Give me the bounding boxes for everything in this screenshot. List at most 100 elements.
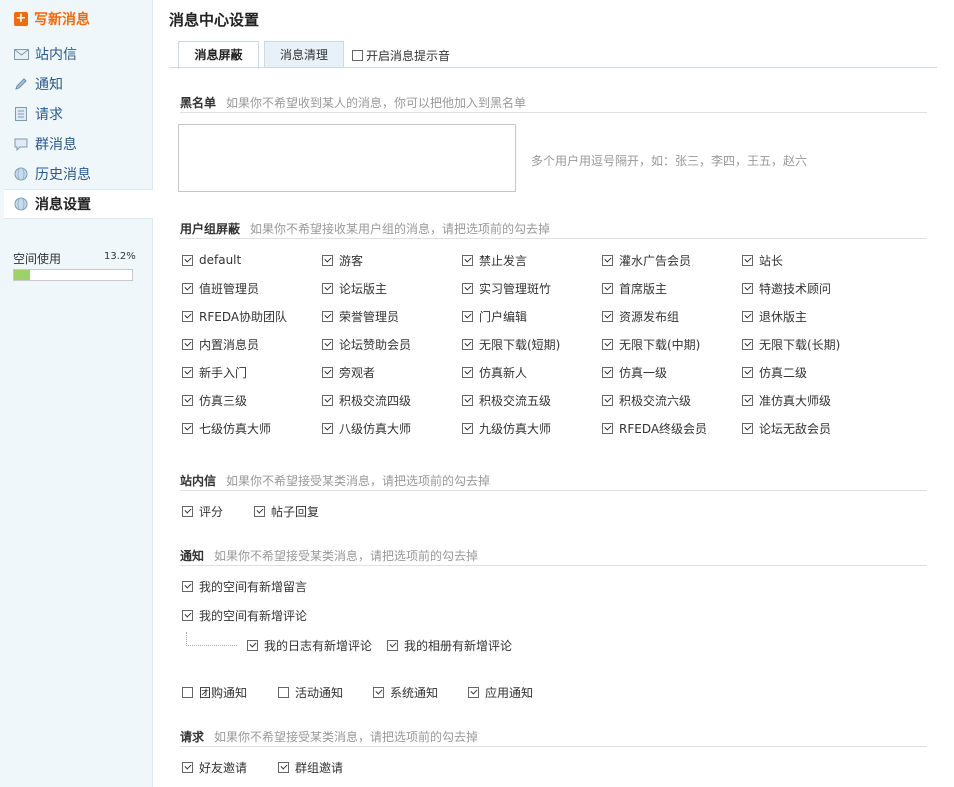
- checkbox[interactable]: [322, 422, 333, 434]
- group-option[interactable]: 游客: [322, 252, 363, 268]
- checkbox[interactable]: [182, 686, 193, 698]
- checkbox[interactable]: [462, 310, 473, 322]
- checkbox[interactable]: [462, 338, 473, 350]
- group-option[interactable]: 仿真二级: [742, 364, 807, 380]
- checkbox[interactable]: [182, 609, 193, 621]
- sidebar-item-settings[interactable]: 消息设置: [4, 189, 153, 219]
- checkbox[interactable]: [278, 761, 289, 773]
- group-option[interactable]: 积极交流五级: [462, 392, 551, 408]
- checkbox[interactable]: [742, 338, 753, 350]
- checkbox[interactable]: [742, 422, 753, 434]
- option-space-new-comment[interactable]: 我的空间有新增评论: [182, 607, 307, 623]
- group-option[interactable]: 站长: [742, 252, 783, 268]
- group-option[interactable]: 积极交流四级: [322, 392, 411, 408]
- tab-message-cleanup[interactable]: 消息清理: [264, 41, 344, 68]
- sidebar-item-notice[interactable]: 通知: [4, 70, 152, 98]
- option-event-notice[interactable]: 活动通知: [278, 684, 343, 700]
- group-option[interactable]: 无限下载(长期): [742, 336, 840, 352]
- checkbox[interactable]: [182, 580, 193, 592]
- sidebar-item-inbox[interactable]: 站内信: [4, 40, 152, 68]
- option-group-invite[interactable]: 群组邀请: [278, 759, 343, 775]
- option-friend-invite[interactable]: 好友邀请: [182, 759, 247, 775]
- checkbox[interactable]: [462, 254, 473, 266]
- checkbox[interactable]: [182, 505, 193, 517]
- checkbox[interactable]: [742, 310, 753, 322]
- sound-toggle[interactable]: 开启消息提示音: [352, 47, 450, 64]
- checkbox[interactable]: [602, 366, 613, 378]
- option-system-notice[interactable]: 系统通知: [373, 684, 438, 700]
- checkbox[interactable]: [602, 394, 613, 406]
- group-option[interactable]: 荣誉管理员: [322, 308, 399, 324]
- group-option[interactable]: 准仿真大师级: [742, 392, 831, 408]
- checkbox[interactable]: [742, 254, 753, 266]
- group-option[interactable]: 论坛赞助会员: [322, 336, 411, 352]
- sidebar-item-request[interactable]: 请求: [4, 100, 152, 128]
- group-option[interactable]: 仿真三级: [182, 392, 247, 408]
- group-option[interactable]: 资源发布组: [602, 308, 679, 324]
- group-option[interactable]: 内置消息员: [182, 336, 259, 352]
- group-option[interactable]: default: [182, 252, 241, 268]
- group-option[interactable]: 禁止发言: [462, 252, 527, 268]
- option-album-new-comment[interactable]: 我的相册有新增评论: [387, 637, 512, 653]
- checkbox[interactable]: [182, 422, 193, 434]
- checkbox[interactable]: [462, 366, 473, 378]
- checkbox[interactable]: [742, 282, 753, 294]
- checkbox[interactable]: [182, 254, 193, 266]
- tab-message-block[interactable]: 消息屏蔽: [178, 41, 259, 69]
- group-option[interactable]: 无限下载(中期): [602, 336, 700, 352]
- checkbox[interactable]: [278, 686, 289, 698]
- group-option[interactable]: 实习管理斑竹: [462, 280, 551, 296]
- checkbox[interactable]: [462, 422, 473, 434]
- option-blog-new-comment[interactable]: 我的日志有新增评论: [247, 637, 372, 653]
- checkbox[interactable]: [182, 366, 193, 378]
- group-option[interactable]: 首席版主: [602, 280, 667, 296]
- group-option[interactable]: 灌水广告会员: [602, 252, 691, 268]
- checkbox[interactable]: [322, 254, 333, 266]
- checkbox[interactable]: [602, 338, 613, 350]
- group-option[interactable]: 门户编辑: [462, 308, 527, 324]
- group-option[interactable]: RFEDA协助团队: [182, 308, 287, 324]
- group-option[interactable]: 论坛版主: [322, 280, 387, 296]
- group-option[interactable]: 值班管理员: [182, 280, 259, 296]
- checkbox[interactable]: [322, 338, 333, 350]
- checkbox[interactable]: [602, 254, 613, 266]
- checkbox[interactable]: [322, 366, 333, 378]
- checkbox[interactable]: [373, 686, 384, 698]
- checkbox[interactable]: [462, 282, 473, 294]
- group-option[interactable]: 仿真新人: [462, 364, 527, 380]
- sidebar-item-group-msg[interactable]: 群消息: [4, 130, 152, 158]
- checkbox[interactable]: [322, 394, 333, 406]
- checkbox[interactable]: [468, 686, 479, 698]
- group-option[interactable]: RFEDA终级会员: [602, 420, 707, 436]
- option-group-buy-notice[interactable]: 团购通知: [182, 684, 247, 700]
- checkbox[interactable]: [742, 394, 753, 406]
- group-option[interactable]: 八级仿真大师: [322, 420, 411, 436]
- option-post-reply[interactable]: 帖子回复: [254, 503, 319, 519]
- checkbox[interactable]: [322, 282, 333, 294]
- group-option[interactable]: 无限下载(短期): [462, 336, 560, 352]
- checkbox[interactable]: [322, 310, 333, 322]
- group-option[interactable]: 特邀技术顾问: [742, 280, 831, 296]
- checkbox[interactable]: [462, 394, 473, 406]
- checkbox[interactable]: [602, 282, 613, 294]
- checkbox[interactable]: [182, 394, 193, 406]
- checkbox[interactable]: [742, 366, 753, 378]
- group-option[interactable]: 新手入门: [182, 364, 247, 380]
- option-rating[interactable]: 评分: [182, 503, 223, 519]
- checkbox[interactable]: [602, 422, 613, 434]
- blacklist-input[interactable]: [178, 124, 516, 192]
- group-option[interactable]: 仿真一级: [602, 364, 667, 380]
- group-option[interactable]: 旁观者: [322, 364, 375, 380]
- group-option[interactable]: 论坛无敌会员: [742, 420, 831, 436]
- group-option[interactable]: 七级仿真大师: [182, 420, 271, 436]
- checkbox[interactable]: [182, 338, 193, 350]
- option-app-notice[interactable]: 应用通知: [468, 684, 533, 700]
- compose-button[interactable]: + 写新消息: [14, 9, 90, 29]
- checkbox[interactable]: [254, 505, 265, 517]
- option-space-new-comment-msg[interactable]: 我的空间有新增留言: [182, 578, 307, 594]
- sidebar-item-history[interactable]: 历史消息: [4, 160, 152, 188]
- group-option[interactable]: 九级仿真大师: [462, 420, 551, 436]
- checkbox[interactable]: [602, 310, 613, 322]
- sound-checkbox[interactable]: [352, 50, 363, 61]
- group-option[interactable]: 积极交流六级: [602, 392, 691, 408]
